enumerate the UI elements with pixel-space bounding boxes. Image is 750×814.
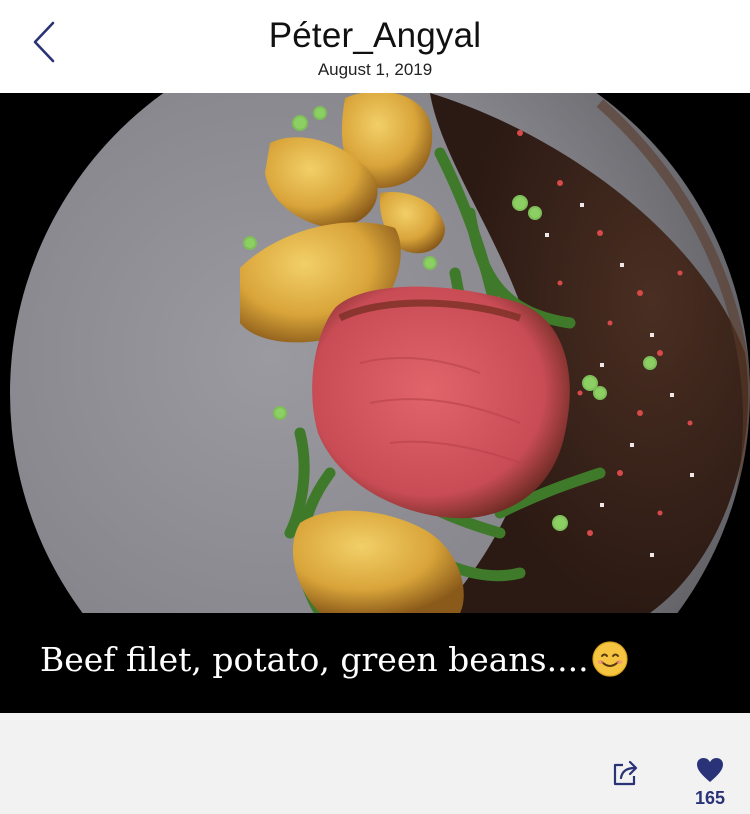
caption-bar: Beef filet, potato, green beans.... — [0, 613, 750, 713]
heart-icon — [696, 758, 724, 787]
header: Péter_Angyal August 1, 2019 — [0, 0, 750, 93]
like-button[interactable]: 165 — [688, 757, 732, 813]
like-count: 165 — [694, 788, 726, 808]
share-icon — [611, 760, 641, 791]
share-button[interactable] — [611, 757, 649, 795]
page-title: Péter_Angyal — [268, 16, 482, 55]
post-caption: Beef filet, potato, green beans.... — [40, 640, 629, 679]
caption-text: Beef filet, potato, green beans.... — [40, 640, 589, 679]
action-bar: 165 — [0, 713, 750, 814]
smiling-face-icon — [591, 640, 629, 678]
post-photo — [0, 93, 750, 613]
post-date: August 1, 2019 — [317, 60, 433, 79]
